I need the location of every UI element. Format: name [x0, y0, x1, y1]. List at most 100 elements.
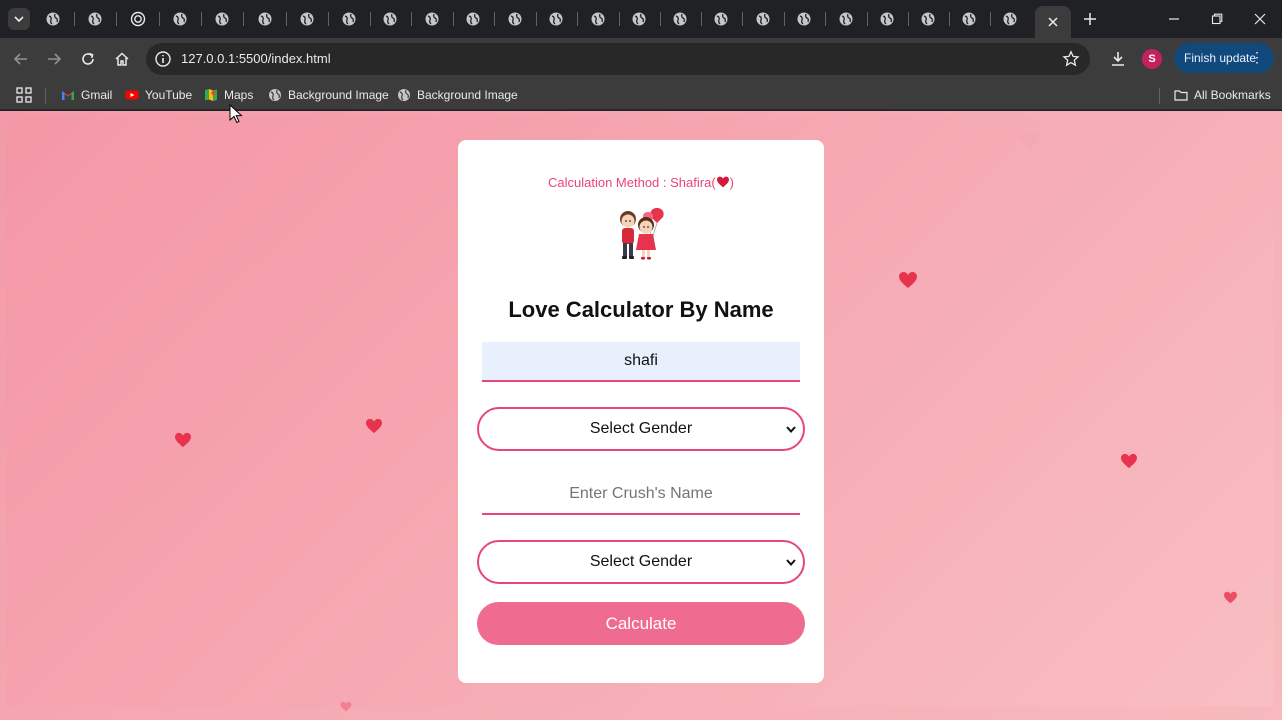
finish-update-button[interactable]: Finish update ⋮ [1174, 43, 1274, 73]
more-vert-icon: ⋮ [1250, 49, 1264, 65]
tab-favicon-icon[interactable] [631, 11, 647, 27]
tab-favicon-icon[interactable] [45, 11, 61, 27]
chevron-down-icon [786, 559, 796, 567]
all-bookmarks-button[interactable]: All Bookmarks [1174, 86, 1271, 104]
tab-separator [328, 12, 329, 26]
your-gender-selected: Select Gender [589, 420, 693, 437]
tab-favicon-icon[interactable] [465, 11, 481, 27]
crush-gender-select[interactable]: Select Gender [477, 540, 805, 584]
tab-separator [116, 12, 117, 26]
calculate-button[interactable]: Calculate [477, 602, 805, 645]
crush-name-input[interactable] [482, 475, 800, 515]
bookmark-background-image-1[interactable]: Background Image [268, 86, 389, 104]
floating-heart-icon [366, 418, 382, 434]
tab-favicon-icon[interactable] [796, 11, 812, 27]
love-calculator-card: Calculation Method : Shafira() Love Calc… [458, 140, 824, 683]
heart-icon [716, 176, 729, 188]
tab-separator [619, 12, 620, 26]
tab-separator [286, 12, 287, 26]
floating-heart-icon [1121, 453, 1137, 469]
bookmarks-divider [1159, 88, 1160, 104]
tab-favicon-icon[interactable] [341, 11, 357, 27]
tab-favicon-icon[interactable] [424, 11, 440, 27]
tab-separator [494, 12, 495, 26]
tab-separator [370, 12, 371, 26]
minimize-button[interactable] [1166, 11, 1182, 27]
restore-button[interactable] [1209, 11, 1225, 27]
your-gender-select[interactable]: Select Gender [477, 407, 805, 451]
floating-heart-icon [1224, 591, 1237, 604]
bookmark-label: Background Image [288, 88, 389, 102]
tab-favicon-icon[interactable] [672, 11, 688, 27]
close-icon [1254, 13, 1266, 25]
minimize-icon [1169, 18, 1179, 20]
tab-search-button[interactable] [8, 8, 30, 30]
tab-favicon-icon[interactable] [590, 11, 606, 27]
calculation-method-label: Calculation Method : Shafira( [548, 175, 716, 190]
bookmarks-bar: Gmail YouTube Maps Background Image Back… [0, 80, 1282, 110]
address-bar[interactable]: 127.0.0.1:5500/index.html [146, 43, 1090, 75]
tab-favicon-icon[interactable] [838, 11, 854, 27]
tab-separator [74, 12, 75, 26]
forward-button[interactable] [44, 49, 64, 69]
tab-separator [701, 12, 702, 26]
tab-separator [867, 12, 868, 26]
bookmark-gmail[interactable]: Gmail [61, 86, 112, 104]
arrow-left-icon [13, 53, 27, 65]
folder-icon [1174, 90, 1188, 101]
profile-avatar[interactable]: S [1142, 49, 1162, 69]
tab-separator [201, 12, 202, 26]
close-tab-icon[interactable] [1048, 17, 1058, 27]
tab-favicon-icon[interactable] [961, 11, 977, 27]
page-viewport: Calculation Method : Shafira() Love Calc… [0, 111, 1282, 720]
restore-icon [1211, 13, 1223, 25]
globe-icon [269, 89, 281, 101]
floating-heart-icon [340, 701, 352, 712]
bookmark-maps[interactable]: Maps [204, 86, 253, 104]
bookmark-background-image-2[interactable]: Background Image [397, 86, 518, 104]
tab-favicon-icon[interactable] [920, 11, 936, 27]
tab-separator [660, 12, 661, 26]
download-icon[interactable] [1108, 49, 1128, 69]
tab-favicon-icon[interactable] [755, 11, 771, 27]
your-name-input[interactable] [482, 342, 800, 382]
reload-button[interactable] [78, 49, 98, 69]
tab-separator [949, 12, 950, 26]
tab-favicon-icon[interactable] [257, 11, 273, 27]
tab-favicon-icon[interactable] [507, 11, 523, 27]
tab-favicon-icon[interactable] [382, 11, 398, 27]
tab-favicon-icon[interactable] [87, 11, 103, 27]
tab-favicon-icon[interactable] [172, 11, 188, 27]
tab-separator [577, 12, 578, 26]
back-button[interactable] [11, 49, 31, 69]
new-tab-button[interactable] [1080, 9, 1100, 29]
tab-favicon-icon[interactable] [879, 11, 895, 27]
tab-favicon-icon[interactable] [130, 11, 146, 27]
bookmark-star-icon[interactable] [1062, 50, 1080, 68]
chevron-down-icon [786, 426, 796, 434]
tab-favicon-icon[interactable] [214, 11, 230, 27]
tab-strip [0, 0, 1282, 38]
floating-heart-icon [1021, 132, 1039, 148]
tab-separator [825, 12, 826, 26]
tab-favicon-icon[interactable] [713, 11, 729, 27]
close-window-button[interactable] [1252, 11, 1268, 27]
tab-favicon-icon[interactable] [548, 11, 564, 27]
apps-grid-icon[interactable] [16, 87, 32, 103]
active-tab[interactable] [1035, 6, 1071, 38]
maps-icon [205, 89, 217, 101]
floating-heart-icon [175, 432, 191, 448]
plus-icon [1084, 13, 1096, 25]
site-info-icon[interactable] [154, 50, 172, 68]
crush-gender-selected: Select Gender [589, 553, 693, 570]
home-button[interactable] [112, 49, 132, 69]
tab-separator [453, 12, 454, 26]
bookmark-youtube[interactable]: YouTube [125, 86, 192, 104]
tab-favicon-icon[interactable] [299, 11, 315, 27]
couple-illustration [620, 208, 664, 260]
tab-favicon-icon[interactable] [1002, 11, 1018, 27]
url-text[interactable]: 127.0.0.1:5500/index.html [181, 51, 331, 66]
tab-separator [742, 12, 743, 26]
tab-separator [159, 12, 160, 26]
finish-update-label: Finish update [1184, 51, 1257, 65]
